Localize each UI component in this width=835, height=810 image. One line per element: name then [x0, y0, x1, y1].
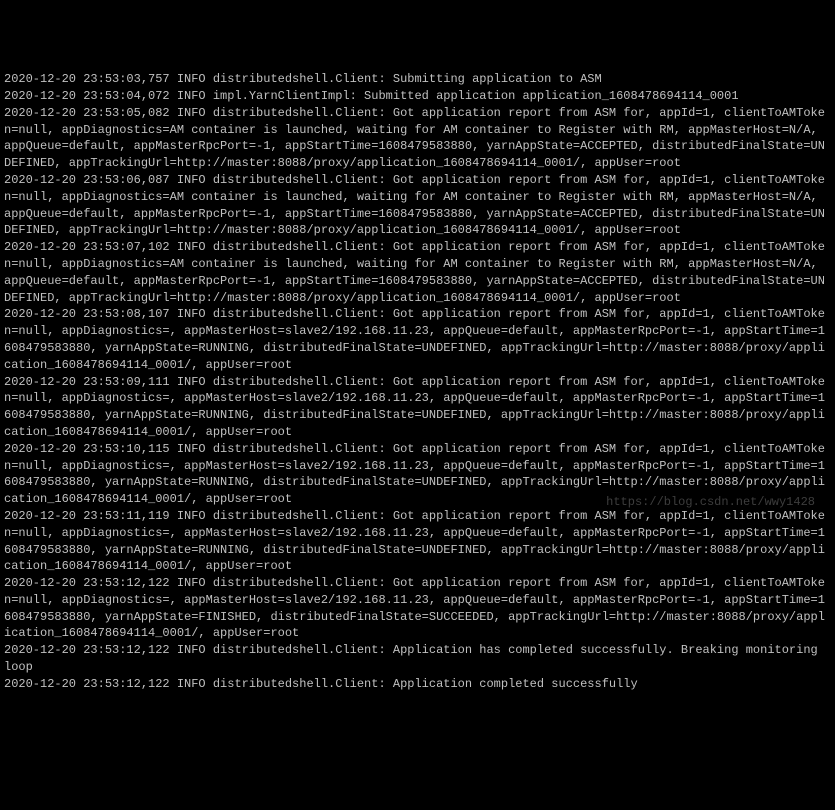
log-line: 2020-12-20 23:53:04,072 INFO impl.YarnCl…: [4, 88, 831, 105]
log-line: 2020-12-20 23:53:03,757 INFO distributed…: [4, 71, 831, 88]
log-line: 2020-12-20 23:53:12,122 INFO distributed…: [4, 676, 831, 693]
log-line: 2020-12-20 23:53:08,107 INFO distributed…: [4, 306, 831, 373]
log-line: 2020-12-20 23:53:07,102 INFO distributed…: [4, 239, 831, 306]
log-line: 2020-12-20 23:53:12,122 INFO distributed…: [4, 642, 831, 676]
log-line: 2020-12-20 23:53:05,082 INFO distributed…: [4, 105, 831, 172]
terminal-output[interactable]: 2020-12-20 23:53:03,757 INFO distributed…: [4, 71, 831, 692]
log-line: 2020-12-20 23:53:11,119 INFO distributed…: [4, 508, 831, 575]
log-line: 2020-12-20 23:53:06,087 INFO distributed…: [4, 172, 831, 239]
log-line: 2020-12-20 23:53:12,122 INFO distributed…: [4, 575, 831, 642]
log-line: 2020-12-20 23:53:09,111 INFO distributed…: [4, 374, 831, 441]
log-line: 2020-12-20 23:53:10,115 INFO distributed…: [4, 441, 831, 508]
